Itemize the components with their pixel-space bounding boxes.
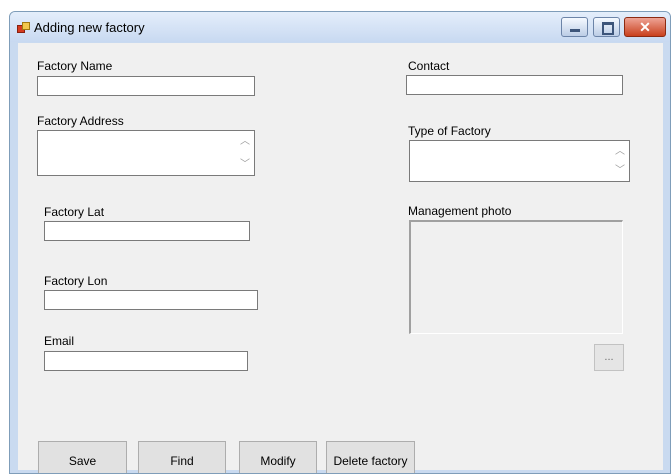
app-window: Adding new factory ✕ Factory Name Factor… [9,11,671,474]
factory-name-label: Factory Name [37,59,113,73]
factory-lon-input[interactable] [44,290,258,310]
modify-button[interactable]: Modify [239,441,317,473]
factory-address-scrollbar[interactable]: ︿ ﹀ [237,131,254,175]
minimize-button[interactable] [561,17,588,37]
app-icon [17,22,30,33]
title-bar[interactable]: Adding new factory ✕ [10,12,670,42]
minimize-icon [570,29,580,32]
window-title: Adding new factory [34,20,145,35]
close-icon: ✕ [639,19,651,35]
delete-factory-button[interactable]: Delete factory [326,441,415,473]
maximize-button[interactable] [593,17,620,37]
type-of-factory-scrollbar[interactable]: ︿ ﹀ [612,141,629,181]
scroll-down-icon[interactable]: ﹀ [240,160,250,170]
scroll-down-icon[interactable]: ﹀ [615,166,625,176]
scroll-up-icon[interactable]: ︿ [615,147,625,157]
contact-label: Contact [408,59,450,73]
management-photo-box[interactable] [409,220,623,334]
form-client-area: Factory Name Factory Address ︿ ﹀ Factory… [18,43,663,473]
contact-input[interactable] [406,75,623,95]
factory-address-textarea[interactable]: ︿ ﹀ [37,130,255,176]
type-of-factory-textarea[interactable]: ︿ ﹀ [409,140,630,182]
close-button[interactable]: ✕ [624,17,666,37]
scroll-up-icon[interactable]: ︿ [240,137,250,147]
email-label: Email [44,334,75,348]
browse-photo-button[interactable]: ... [594,344,624,371]
save-button[interactable]: Save [38,441,127,473]
factory-name-input[interactable] [37,76,255,96]
factory-lat-label: Factory Lat [44,205,105,219]
factory-lon-label: Factory Lon [44,274,108,288]
factory-lat-input[interactable] [44,221,250,241]
maximize-icon [602,22,614,35]
find-button[interactable]: Find [138,441,226,473]
management-photo-label: Management photo [408,204,512,218]
factory-address-label: Factory Address [37,114,124,128]
type-of-factory-label: Type of Factory [408,124,491,138]
email-input[interactable] [44,351,248,371]
